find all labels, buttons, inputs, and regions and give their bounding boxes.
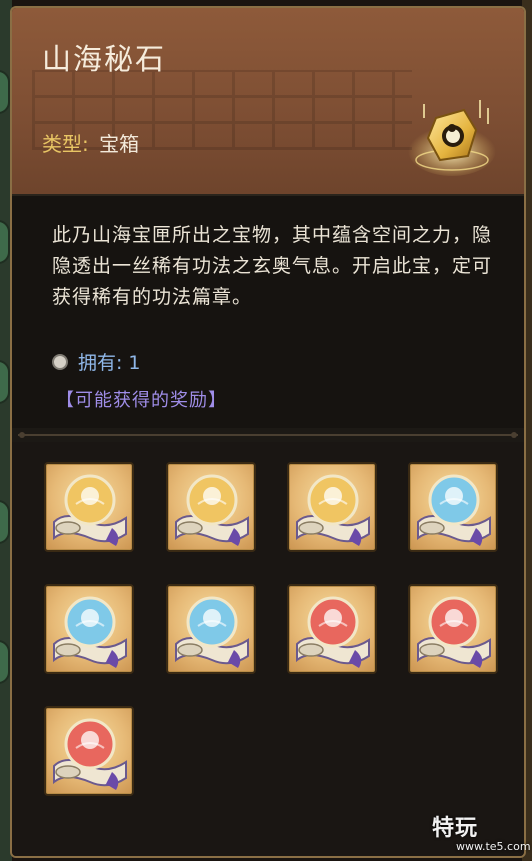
type-value: 宝箱 [99, 132, 140, 156]
reward-item-slot[interactable] [166, 462, 256, 552]
golden-seal-icon [406, 90, 498, 180]
scroll-orb-icon [53, 718, 127, 790]
scroll-orb-icon [175, 596, 249, 668]
reward-item-slot[interactable] [44, 706, 134, 796]
scroll-orb-icon [296, 474, 370, 546]
item-description: 此乃山海宝匣所出之宝物，其中蕴含空间之力，隐隐透出一丝稀有功法之玄奥气息。开启此… [52, 224, 493, 308]
reward-item-slot[interactable] [408, 584, 498, 674]
scroll-orb-icon [417, 474, 491, 546]
description-box: 此乃山海宝匣所出之宝物，其中蕴含空间之力，隐隐透出一丝稀有功法之玄奥气息。开启此… [12, 194, 524, 428]
item-title: 山海秘石 [42, 42, 167, 76]
item-header: 山海秘石 类型: 宝箱 [12, 8, 524, 194]
reward-item-slot[interactable] [287, 462, 377, 552]
rewards-grid [12, 442, 524, 856]
scroll-orb-icon [296, 596, 370, 668]
ornamental-divider [18, 432, 518, 438]
reward-item-slot[interactable] [287, 584, 377, 674]
item-tooltip-panel: 山海秘石 类型: 宝箱 此乃山海宝匣所出之宝物，其中蕴含空间之力，隐隐透出一丝稀… [10, 6, 526, 858]
reward-item-slot[interactable] [408, 462, 498, 552]
side-button [0, 220, 10, 264]
owned-count-row: 拥有: 1 [52, 348, 141, 375]
side-button [0, 500, 10, 544]
watermark-logo: 特玩 www.te5.com [430, 808, 531, 858]
reward-item-slot[interactable] [44, 462, 134, 552]
scroll-orb-icon [53, 596, 127, 668]
item-type-row: 类型: 宝箱 [42, 128, 139, 157]
reward-item-slot[interactable] [166, 584, 256, 674]
side-button [0, 70, 10, 114]
side-button [0, 640, 10, 684]
silver-coin-icon [52, 353, 68, 370]
type-label: 类型: [42, 132, 89, 156]
side-button [0, 360, 10, 404]
scroll-orb-icon [175, 474, 249, 546]
owned-label: 拥有: 1 [78, 352, 141, 374]
scroll-orb-icon [417, 596, 491, 668]
watermark-text: 特玩 [432, 816, 479, 841]
reward-item-slot[interactable] [44, 584, 134, 674]
scroll-orb-icon [53, 474, 127, 546]
watermark-url: www.te5.com [456, 840, 531, 853]
rewards-heading: 【可能获得的奖励】 [56, 390, 227, 411]
